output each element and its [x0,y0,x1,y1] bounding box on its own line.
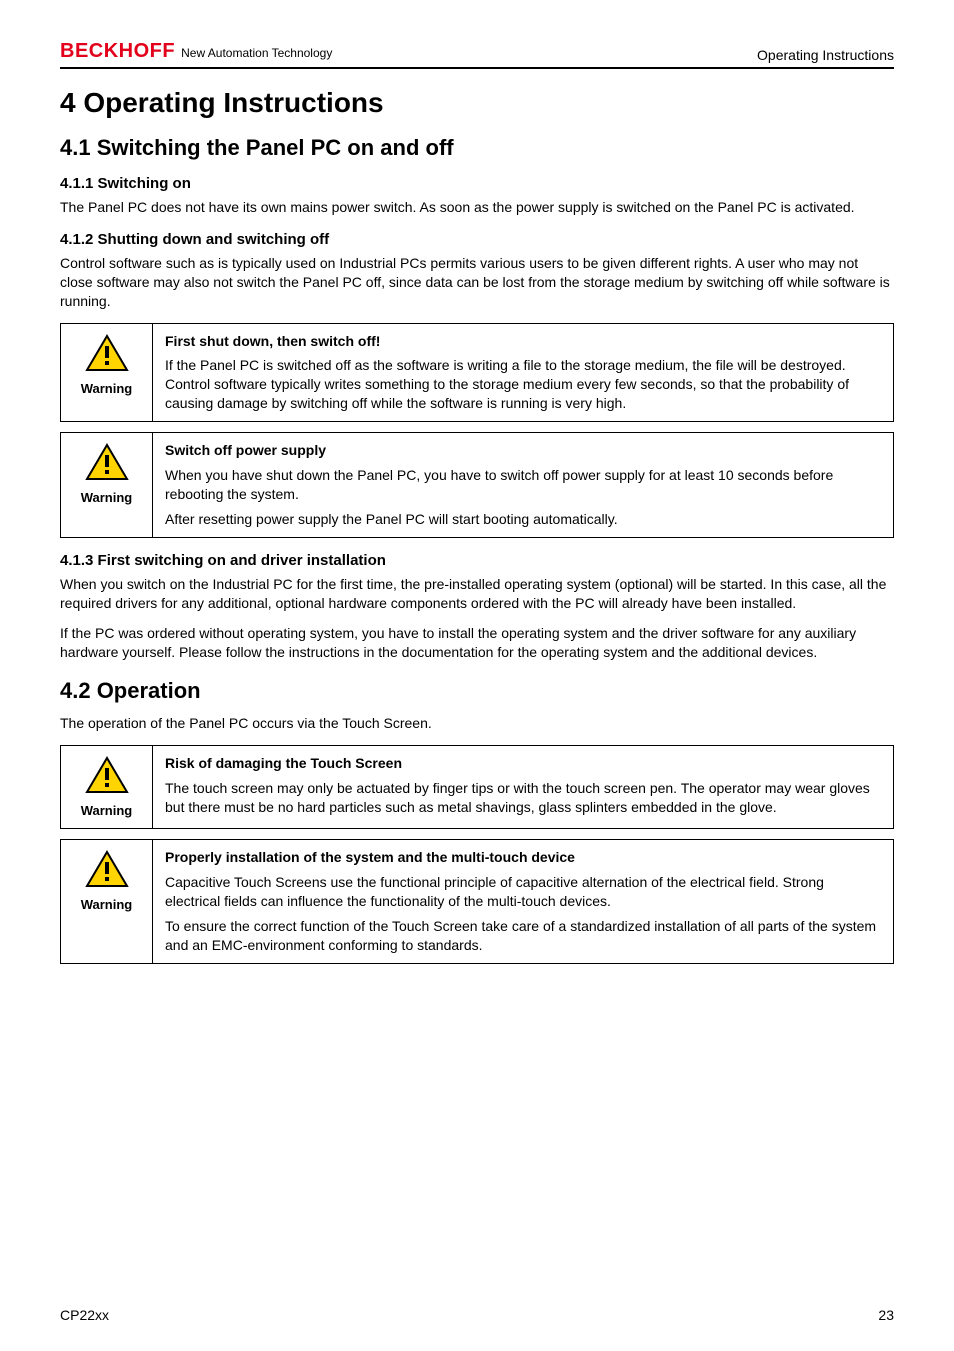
warning-box-shutdown: Warning First shut down, then switch off… [60,323,894,423]
warning-content: First shut down, then switch off! If the… [153,324,893,422]
warning-body-2: To ensure the correct function of the To… [165,917,881,955]
warning-body-1: Capacitive Touch Screens use the functio… [165,873,881,911]
logo-area: BECKHOFF New Automation Technology [60,40,332,63]
chapter-title: 4 Operating Instructions [60,87,894,119]
warning-box-multitouch: Warning Properly installation of the sys… [60,839,894,963]
warning-body-2: After resetting power supply the Panel P… [165,510,881,529]
warning-triangle-icon [85,334,129,372]
warning-title: Switch off power supply [165,441,881,460]
warning-triangle-icon [85,850,129,888]
page-header: BECKHOFF New Automation Technology Opera… [60,40,894,69]
warning-triangle-icon [85,756,129,794]
warning-body: If the Panel PC is switched off as the s… [165,356,881,413]
footer-left: CP22xx [60,1307,109,1323]
warning-label: Warning [65,490,148,505]
warning-content: Switch off power supply When you have sh… [153,433,893,537]
section-411-title: 4.1.1 Switching on [60,175,894,192]
warning-box-power: Warning Switch off power supply When you… [60,432,894,538]
warning-left-cell: Warning [61,746,153,828]
section-413-body-2: If the PC was ordered without operating … [60,624,894,662]
section-412-title: 4.1.2 Shutting down and switching off [60,231,894,248]
section-42-title: 4.2 Operation [60,678,894,704]
warning-left-cell: Warning [61,840,153,962]
warning-left-cell: Warning [61,324,153,422]
warning-content: Properly installation of the system and … [153,840,893,962]
warning-title: Risk of damaging the Touch Screen [165,754,881,773]
warning-label: Warning [65,803,148,818]
page-footer: CP22xx 23 [60,1307,894,1323]
warning-title: Properly installation of the system and … [165,848,881,867]
warning-triangle-icon [85,443,129,481]
warning-body: The touch screen may only be actuated by… [165,779,881,817]
section-413-body-1: When you switch on the Industrial PC for… [60,575,894,613]
section-412-body: Control software such as is typically us… [60,254,894,311]
footer-page-number: 23 [878,1307,894,1323]
warning-label: Warning [65,897,148,912]
warning-content: Risk of damaging the Touch Screen The to… [153,746,893,828]
section-42-intro: The operation of the Panel PC occurs via… [60,714,894,733]
section-411-body: The Panel PC does not have its own mains… [60,198,894,217]
warning-box-touchscreen: Warning Risk of damaging the Touch Scree… [60,745,894,829]
warning-body-1: When you have shut down the Panel PC, yo… [165,466,881,504]
warning-title: First shut down, then switch off! [165,332,881,351]
logo-brand: BECKHOFF [60,40,175,63]
warning-label: Warning [65,381,148,396]
header-section-title: Operating Instructions [757,47,894,63]
logo-tagline: New Automation Technology [181,46,332,60]
section-41-title: 4.1 Switching the Panel PC on and off [60,135,894,161]
section-413-title: 4.1.3 First switching on and driver inst… [60,552,894,569]
warning-left-cell: Warning [61,433,153,537]
